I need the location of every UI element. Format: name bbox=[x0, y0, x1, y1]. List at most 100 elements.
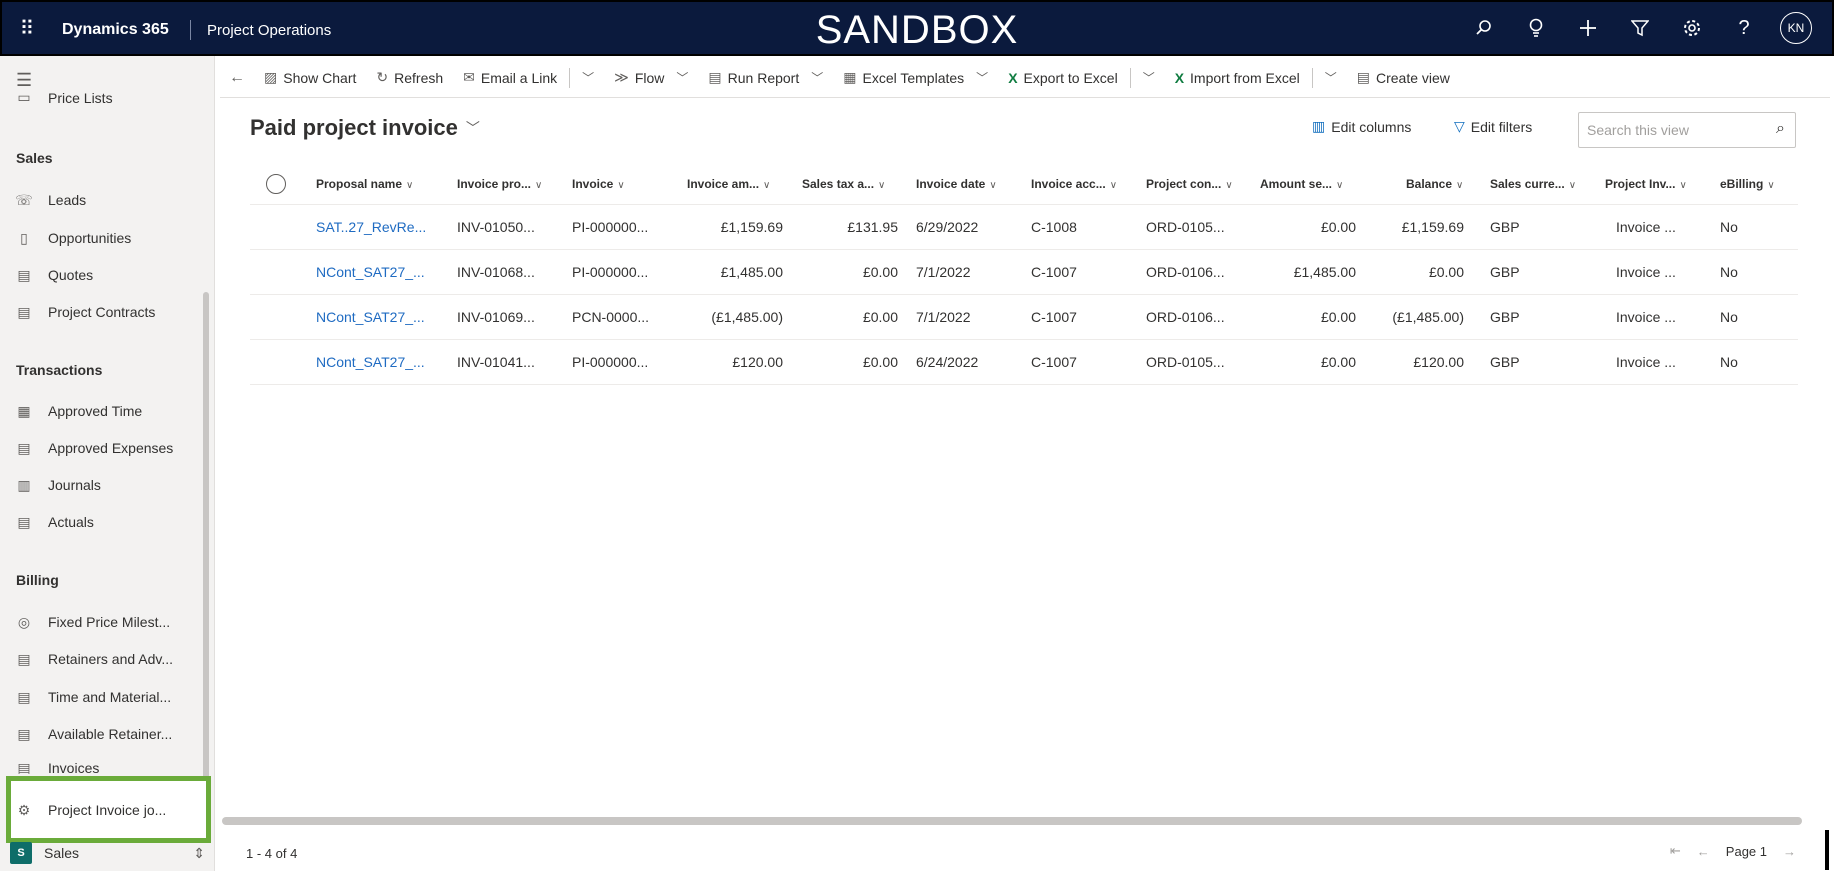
table-row[interactable]: NCont_SAT27_... INV-01041... PI-000000..… bbox=[250, 340, 1798, 385]
search-icon[interactable]: ⌕ bbox=[1776, 120, 1785, 138]
calendar-icon: ▦ bbox=[17, 402, 31, 419]
row-link[interactable]: NCont_SAT27_... bbox=[316, 264, 425, 280]
app-launcher-icon[interactable]: ⠿ bbox=[16, 18, 38, 40]
back-arrow-icon[interactable]: ← bbox=[220, 58, 254, 98]
flow-button[interactable]: ≫ Flow ﹀ bbox=[604, 58, 698, 98]
export-excel-button[interactable]: X Export to Excel bbox=[998, 58, 1128, 98]
sidebar-scrollbar[interactable] bbox=[203, 292, 209, 837]
column-header[interactable]: Invoice acc... ∨ bbox=[1031, 177, 1117, 191]
select-all-checkbox[interactable] bbox=[266, 174, 286, 194]
column-header[interactable]: Balance ∨ bbox=[1406, 177, 1463, 191]
run-report-button[interactable]: ▤ Run Report ﹀ bbox=[698, 58, 833, 98]
table-cell: GBP bbox=[1490, 309, 1520, 325]
table-cell: INV-01050... bbox=[457, 219, 535, 235]
app-name[interactable]: Dynamics 365 bbox=[62, 21, 169, 39]
column-header[interactable]: Invoice ∨ bbox=[572, 177, 625, 191]
create-view-button[interactable]: ▤ Create view bbox=[1347, 58, 1460, 98]
sidebar-item-retainers[interactable]: ▤ Retainers and Adv... bbox=[14, 647, 194, 671]
sidebar-item-journals[interactable]: ▥ Journals bbox=[14, 473, 194, 497]
page-number: Page 1 bbox=[1725, 843, 1767, 859]
row-link[interactable]: NCont_SAT27_... bbox=[316, 354, 425, 370]
excel-templates-button[interactable]: ▦ Excel Templates ﹀ bbox=[833, 58, 998, 98]
chevron-down-icon: ∨ bbox=[989, 180, 997, 191]
sidebar-item-actuals[interactable]: ▤ Actuals bbox=[14, 510, 194, 534]
column-header[interactable]: Invoice pro... ∨ bbox=[457, 177, 542, 191]
view-title: Paid project invoice bbox=[250, 115, 458, 140]
column-header[interactable]: Project con... ∨ bbox=[1146, 177, 1233, 191]
edit-columns-button[interactable]: ▥ Edit columns bbox=[1312, 118, 1411, 135]
quote-icon: ▤ bbox=[17, 266, 31, 283]
next-page-icon[interactable]: → bbox=[1783, 844, 1796, 859]
avatar[interactable]: KN bbox=[1780, 12, 1812, 44]
email-dropdown-button[interactable]: ﹀ bbox=[572, 58, 604, 98]
search-icon[interactable] bbox=[1468, 12, 1500, 44]
sidebar-item-approved-time[interactable]: ▦ Approved Time bbox=[14, 399, 194, 423]
table-cell: C-1008 bbox=[1031, 219, 1077, 235]
sidebar-item-label: Fixed Price Milest... bbox=[48, 614, 171, 630]
gear-icon[interactable] bbox=[1676, 12, 1708, 44]
invoice-journal-icon: ⚙ bbox=[17, 801, 31, 818]
journal-icon: ▥ bbox=[17, 476, 31, 493]
table-row[interactable]: NCont_SAT27_... INV-01068... PI-000000..… bbox=[250, 250, 1798, 295]
area-name[interactable]: Project Operations bbox=[207, 22, 331, 39]
column-header[interactable]: Proposal name ∨ bbox=[316, 177, 413, 191]
table-cell: ORD-0106... bbox=[1146, 309, 1225, 325]
view-selector[interactable]: Paid project invoice ﹀ bbox=[250, 115, 480, 141]
row-link[interactable]: SAT..27_RevRe... bbox=[316, 219, 426, 235]
export-dropdown-button[interactable]: ﹀ bbox=[1133, 58, 1165, 98]
sidebar-item-quotes[interactable]: ▤ Quotes bbox=[14, 263, 194, 287]
sidebar-item-invoices[interactable]: ▤ Invoices bbox=[14, 760, 194, 774]
sidebar-item-time-and-material[interactable]: ▤ Time and Material... bbox=[14, 685, 194, 709]
column-header[interactable]: Project Inv... ∨ bbox=[1605, 177, 1687, 191]
column-header[interactable]: Invoice am... ∨ bbox=[687, 177, 770, 191]
area-switcher[interactable]: S Sales ⇕ bbox=[10, 838, 205, 868]
plus-icon[interactable] bbox=[1572, 12, 1604, 44]
sidebar-item-leads[interactable]: ☏ Leads bbox=[14, 188, 194, 212]
create-view-icon: ▤ bbox=[1356, 69, 1370, 85]
import-dropdown-button[interactable]: ﹀ bbox=[1315, 58, 1347, 98]
table-cell: ORD-0106... bbox=[1146, 264, 1225, 280]
column-header-label: eBilling bbox=[1720, 177, 1764, 191]
edit-filters-button[interactable]: ▽ Edit filters bbox=[1454, 118, 1532, 135]
column-header-label: Invoice pro... bbox=[457, 177, 532, 191]
column-header[interactable]: Invoice date ∨ bbox=[916, 177, 997, 191]
first-page-icon[interactable]: ⇤ bbox=[1670, 843, 1681, 859]
table-row[interactable]: NCont_SAT27_... INV-01069... PCN-0000...… bbox=[250, 295, 1798, 340]
horizontal-scrollbar[interactable] bbox=[222, 817, 1802, 825]
previous-page-icon[interactable]: ← bbox=[1697, 844, 1710, 859]
sidebar-item-available-retainer[interactable]: ▤ Available Retainer... bbox=[14, 722, 194, 746]
sidebar-item-project-invoice-journals[interactable]: ⚙ Project Invoice jo... bbox=[14, 798, 194, 822]
help-icon[interactable]: ? bbox=[1728, 12, 1760, 44]
separator bbox=[569, 67, 571, 88]
refresh-button[interactable]: ↻ Refresh bbox=[366, 58, 453, 98]
table-cell: GBP bbox=[1490, 264, 1520, 280]
sidebar-item-opportunities[interactable]: ▯ Opportunities bbox=[14, 226, 194, 250]
filter-icon[interactable] bbox=[1624, 12, 1656, 44]
chevron-down-icon: ∨ bbox=[1679, 180, 1687, 191]
row-link[interactable]: NCont_SAT27_... bbox=[316, 309, 425, 325]
table-row[interactable]: SAT..27_RevRe... INV-01050... PI-000000.… bbox=[250, 205, 1798, 250]
sidebar-item-project-contracts[interactable]: ▤ Project Contracts bbox=[14, 300, 194, 324]
column-header-label: Balance bbox=[1406, 177, 1453, 191]
lightbulb-icon[interactable] bbox=[1520, 12, 1552, 44]
column-header[interactable]: eBilling ∨ bbox=[1720, 177, 1775, 191]
email-icon: ✉ bbox=[463, 69, 475, 85]
column-header-label: Project Inv... bbox=[1605, 177, 1676, 191]
sidebar-item-fixed-price-milestones[interactable]: ◎ Fixed Price Milest... bbox=[14, 610, 194, 634]
chevron-down-icon: ∨ bbox=[1767, 180, 1775, 191]
chart-icon: ▨ bbox=[264, 69, 278, 85]
hamburger-icon[interactable]: ☰ bbox=[16, 70, 32, 91]
sidebar-item-price-lists[interactable]: ▭ Price Lists bbox=[14, 92, 194, 106]
table-cell: £0.00 bbox=[1428, 264, 1464, 280]
email-link-button[interactable]: ✉ Email a Link bbox=[453, 58, 567, 98]
excel-icon: X bbox=[1174, 69, 1185, 86]
column-header[interactable]: Sales curre... ∨ bbox=[1490, 177, 1576, 191]
expense-icon: ▤ bbox=[17, 439, 31, 456]
column-header[interactable]: Amount se... ∨ bbox=[1260, 177, 1343, 191]
sidebar-item-approved-expenses[interactable]: ▤ Approved Expenses bbox=[14, 436, 194, 460]
search-input[interactable] bbox=[1587, 122, 1757, 138]
column-header[interactable]: Sales tax a... ∨ bbox=[802, 177, 885, 191]
table-cell: ORD-0105... bbox=[1146, 219, 1225, 235]
import-excel-button[interactable]: X Import from Excel bbox=[1165, 58, 1310, 98]
show-chart-button[interactable]: ▨ Show Chart bbox=[254, 58, 366, 98]
